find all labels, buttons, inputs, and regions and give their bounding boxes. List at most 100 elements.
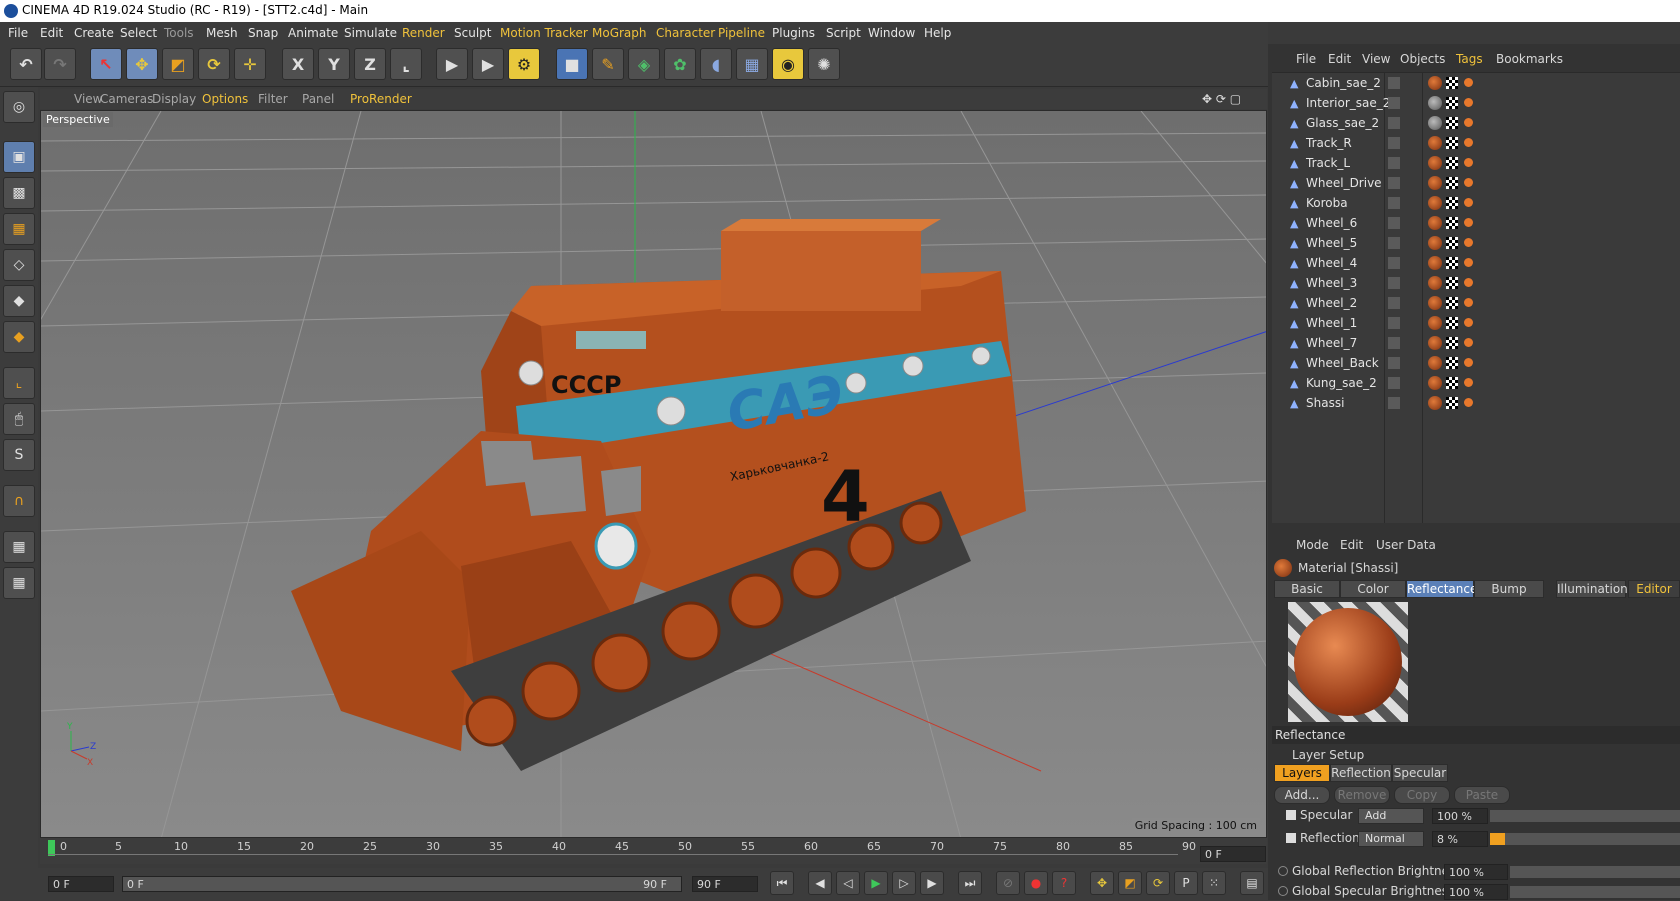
om-menu-view[interactable]: View [1362, 52, 1390, 66]
object-row[interactable]: ▲ Wheel_7 [1272, 333, 1680, 353]
object-row[interactable]: ▲ Wheel_5 [1272, 233, 1680, 253]
workplane-align-icon[interactable]: ▦ [3, 567, 35, 599]
menu-render[interactable]: Render [402, 26, 445, 40]
texture-tag-icon[interactable] [1446, 357, 1458, 369]
texture-tag-icon[interactable] [1446, 237, 1458, 249]
deformer-icon[interactable]: ◖ [700, 48, 732, 80]
object-row[interactable]: ▲ Wheel_Back [1272, 353, 1680, 373]
z-axis-icon[interactable]: Z [354, 48, 386, 80]
material-tag-icon[interactable] [1428, 396, 1442, 410]
specular-visibility-icon[interactable] [1286, 810, 1296, 820]
object-row[interactable]: ▲ Interior_sae_2 [1272, 93, 1680, 113]
material-tag-icon[interactable] [1428, 196, 1442, 210]
visibility-toggle[interactable] [1388, 237, 1400, 249]
phong-tag-icon[interactable] [1464, 178, 1473, 187]
material-tag-icon[interactable] [1428, 76, 1442, 90]
vp-menu-options[interactable]: Options [202, 92, 248, 106]
specular-opacity-field[interactable]: 100 % [1432, 808, 1488, 824]
tab-basic[interactable]: Basic [1274, 580, 1340, 598]
workplane-mode-icon[interactable]: ▦ [3, 213, 35, 245]
key-rotation-icon[interactable]: ⟳ [1146, 871, 1170, 895]
move-icon[interactable]: ✥ [126, 48, 158, 80]
phong-tag-icon[interactable] [1464, 118, 1473, 127]
visibility-toggle[interactable] [1388, 177, 1400, 189]
material-tag-icon[interactable] [1428, 376, 1442, 390]
rotate-icon[interactable]: ⟳ [198, 48, 230, 80]
polygons-mode-icon[interactable]: ◆ [3, 321, 35, 353]
object-row[interactable]: ▲ Track_R [1272, 133, 1680, 153]
om-menu-file[interactable]: File [1296, 52, 1316, 66]
vp-menu-view[interactable]: View [74, 92, 102, 106]
menu-simulate[interactable]: Simulate [344, 26, 397, 40]
previous-key-icon[interactable]: ◀ [808, 871, 832, 895]
visibility-toggle[interactable] [1388, 77, 1400, 89]
tab-reflectance[interactable]: Reflectance [1406, 580, 1477, 598]
texture-mode-icon[interactable]: ▩ [3, 177, 35, 209]
go-to-start-icon[interactable]: ⏮ [770, 871, 794, 895]
object-row[interactable]: ▲ Wheel_3 [1272, 273, 1680, 293]
global-reflection-radio[interactable] [1278, 866, 1288, 876]
visibility-toggle[interactable] [1388, 137, 1400, 149]
render-settings-icon[interactable]: ⚙ [508, 48, 540, 80]
tab-reflection-layer[interactable]: Reflection [1330, 764, 1392, 782]
specular-opacity-slider[interactable] [1490, 810, 1680, 822]
cloner-icon[interactable]: ✿ [664, 48, 696, 80]
attr-menu-mode[interactable]: Mode [1296, 538, 1329, 552]
attr-menu-edit[interactable]: Edit [1340, 538, 1363, 552]
menu-script[interactable]: Script [826, 26, 861, 40]
remove-layer-button[interactable]: Remove [1334, 786, 1390, 804]
previous-frame-icon[interactable]: ◁ [836, 871, 860, 895]
object-row[interactable]: ▲ Wheel_Drive [1272, 173, 1680, 193]
phong-tag-icon[interactable] [1464, 138, 1473, 147]
visibility-toggle[interactable] [1388, 217, 1400, 229]
material-tag-icon[interactable] [1428, 356, 1442, 370]
add-layer-button[interactable]: Add... [1274, 786, 1330, 804]
coordinate-system-icon[interactable]: ⌞ [390, 48, 422, 80]
cube-icon[interactable]: ■ [556, 48, 588, 80]
material-tag-icon[interactable] [1428, 316, 1442, 330]
play-icon[interactable]: ▶ [864, 871, 888, 895]
texture-tag-icon[interactable] [1446, 297, 1458, 309]
copy-layer-button[interactable]: Copy [1394, 786, 1450, 804]
object-row[interactable]: ▲ Wheel_6 [1272, 213, 1680, 233]
material-tag-icon[interactable] [1428, 156, 1442, 170]
texture-tag-icon[interactable] [1446, 337, 1458, 349]
menu-window[interactable]: Window [868, 26, 915, 40]
visibility-toggle[interactable] [1388, 397, 1400, 409]
object-row[interactable]: ▲ Track_L [1272, 153, 1680, 173]
tab-color[interactable]: Color [1340, 580, 1406, 598]
texture-tag-icon[interactable] [1446, 277, 1458, 289]
phong-tag-icon[interactable] [1464, 98, 1473, 107]
menu-mograph[interactable]: MoGraph [592, 26, 647, 40]
timeline-ruler[interactable]: 0 5 10 15 20 25 30 35 40 45 50 55 60 65 … [40, 838, 1267, 864]
scale-icon[interactable]: ◩ [162, 48, 194, 80]
material-tag-icon[interactable] [1428, 236, 1442, 250]
texture-tag-icon[interactable] [1446, 197, 1458, 209]
phong-tag-icon[interactable] [1464, 398, 1473, 407]
next-key-icon[interactable]: ▶ [920, 871, 944, 895]
vp-menu-cameras[interactable]: Cameras [100, 92, 153, 106]
menu-snap[interactable]: Snap [248, 26, 278, 40]
om-menu-objects[interactable]: Objects [1400, 52, 1445, 66]
menu-select[interactable]: Select [120, 26, 157, 40]
menu-create[interactable]: Create [74, 26, 114, 40]
global-specular-radio[interactable] [1278, 886, 1288, 896]
sculpt-mode-icon[interactable]: ◎ [3, 91, 35, 123]
reflection-opacity-field[interactable]: 8 % [1432, 831, 1488, 847]
current-frame-field[interactable]: 0 F [1200, 846, 1266, 862]
om-menu-tags[interactable]: Tags [1456, 52, 1483, 66]
axis-mode-icon[interactable]: ⌞ [3, 367, 35, 399]
menu-help[interactable]: Help [924, 26, 951, 40]
menu-mesh[interactable]: Mesh [206, 26, 238, 40]
phong-tag-icon[interactable] [1464, 78, 1473, 87]
menu-plugins[interactable]: Plugins [772, 26, 815, 40]
menu-tools[interactable]: Tools [164, 26, 194, 40]
material-tag-icon[interactable] [1428, 276, 1442, 290]
visibility-toggle[interactable] [1388, 377, 1400, 389]
material-tag-icon[interactable] [1428, 336, 1442, 350]
tab-editor[interactable]: Editor [1628, 580, 1680, 598]
texture-tag-icon[interactable] [1446, 157, 1458, 169]
material-preview[interactable] [1288, 602, 1408, 722]
object-row[interactable]: ▲ Wheel_4 [1272, 253, 1680, 273]
phong-tag-icon[interactable] [1464, 338, 1473, 347]
